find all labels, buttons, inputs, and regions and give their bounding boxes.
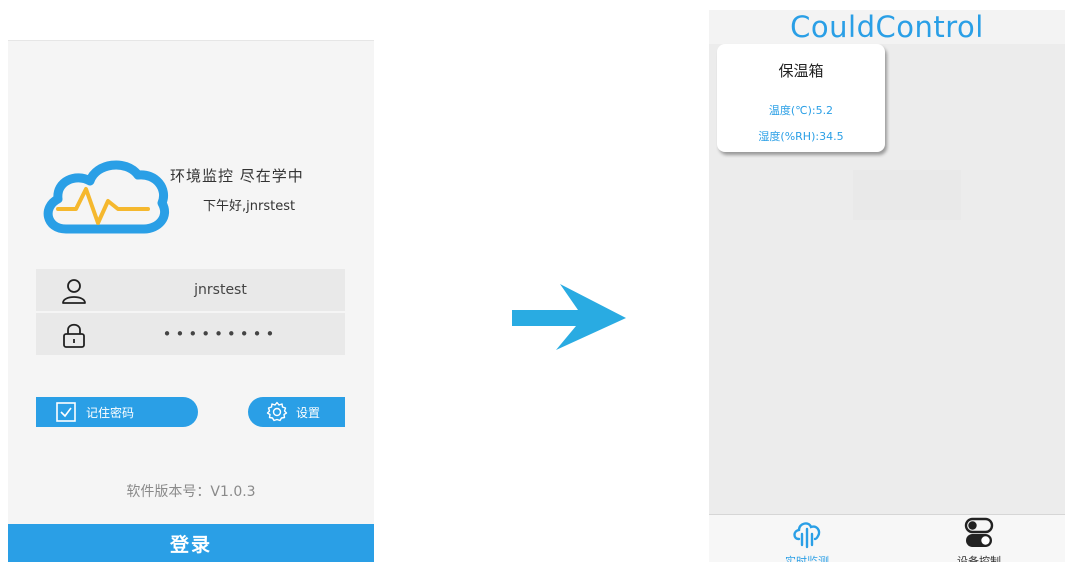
- version-text: 软件版本号：V1.0.3: [126, 484, 256, 500]
- slogan: 环境监控 尽在学中: [170, 167, 304, 185]
- bottom-nav: 实时监测 设备控制: [709, 514, 1065, 562]
- toggle-switches-icon: [964, 517, 994, 547]
- greeting: 下午好,jnrstest: [203, 199, 296, 214]
- humidity-reading: 湿度(%RH):34.5: [758, 130, 844, 143]
- checkbox-checked-icon: [56, 402, 76, 422]
- remember-password-label: 记住密码: [86, 405, 135, 420]
- user-icon: [62, 279, 86, 304]
- settings-button[interactable]: 设置: [248, 397, 345, 427]
- nav-realtime-monitor[interactable]: 实时监测: [747, 515, 867, 562]
- app-title: CouldControl: [709, 10, 1065, 44]
- gear-icon: [266, 401, 288, 422]
- device-card[interactable]: 保温箱 温度(℃):5.2 湿度(%RH):34.5: [717, 44, 885, 152]
- device-name: 保温箱: [778, 62, 824, 80]
- password-value: •••••••••: [162, 325, 279, 343]
- arrow-right-icon: [512, 284, 626, 350]
- remember-password-button[interactable]: 记住密码: [36, 397, 198, 427]
- faded-overlay: [853, 170, 961, 220]
- temperature-reading: 温度(℃):5.2: [768, 104, 834, 117]
- username-field[interactable]: jnrstest: [36, 269, 345, 311]
- password-field[interactable]: •••••••••: [36, 313, 345, 355]
- cloud-logo-icon: [43, 160, 170, 234]
- login-screen: 环境监控 尽在学中 下午好,jnrstest jnrstest ••••••••…: [8, 40, 374, 562]
- monitor-screen: CouldControl 保温箱 温度(℃):5.2 湿度(%RH):34.5 …: [709, 10, 1065, 562]
- login-button[interactable]: 登录: [8, 524, 374, 562]
- settings-label: 设置: [296, 405, 321, 420]
- cloud-monitor-icon: [793, 522, 821, 549]
- lock-icon: [63, 323, 85, 348]
- username-value: jnrstest: [194, 282, 247, 298]
- nav-device-control[interactable]: 设备控制: [919, 515, 1039, 562]
